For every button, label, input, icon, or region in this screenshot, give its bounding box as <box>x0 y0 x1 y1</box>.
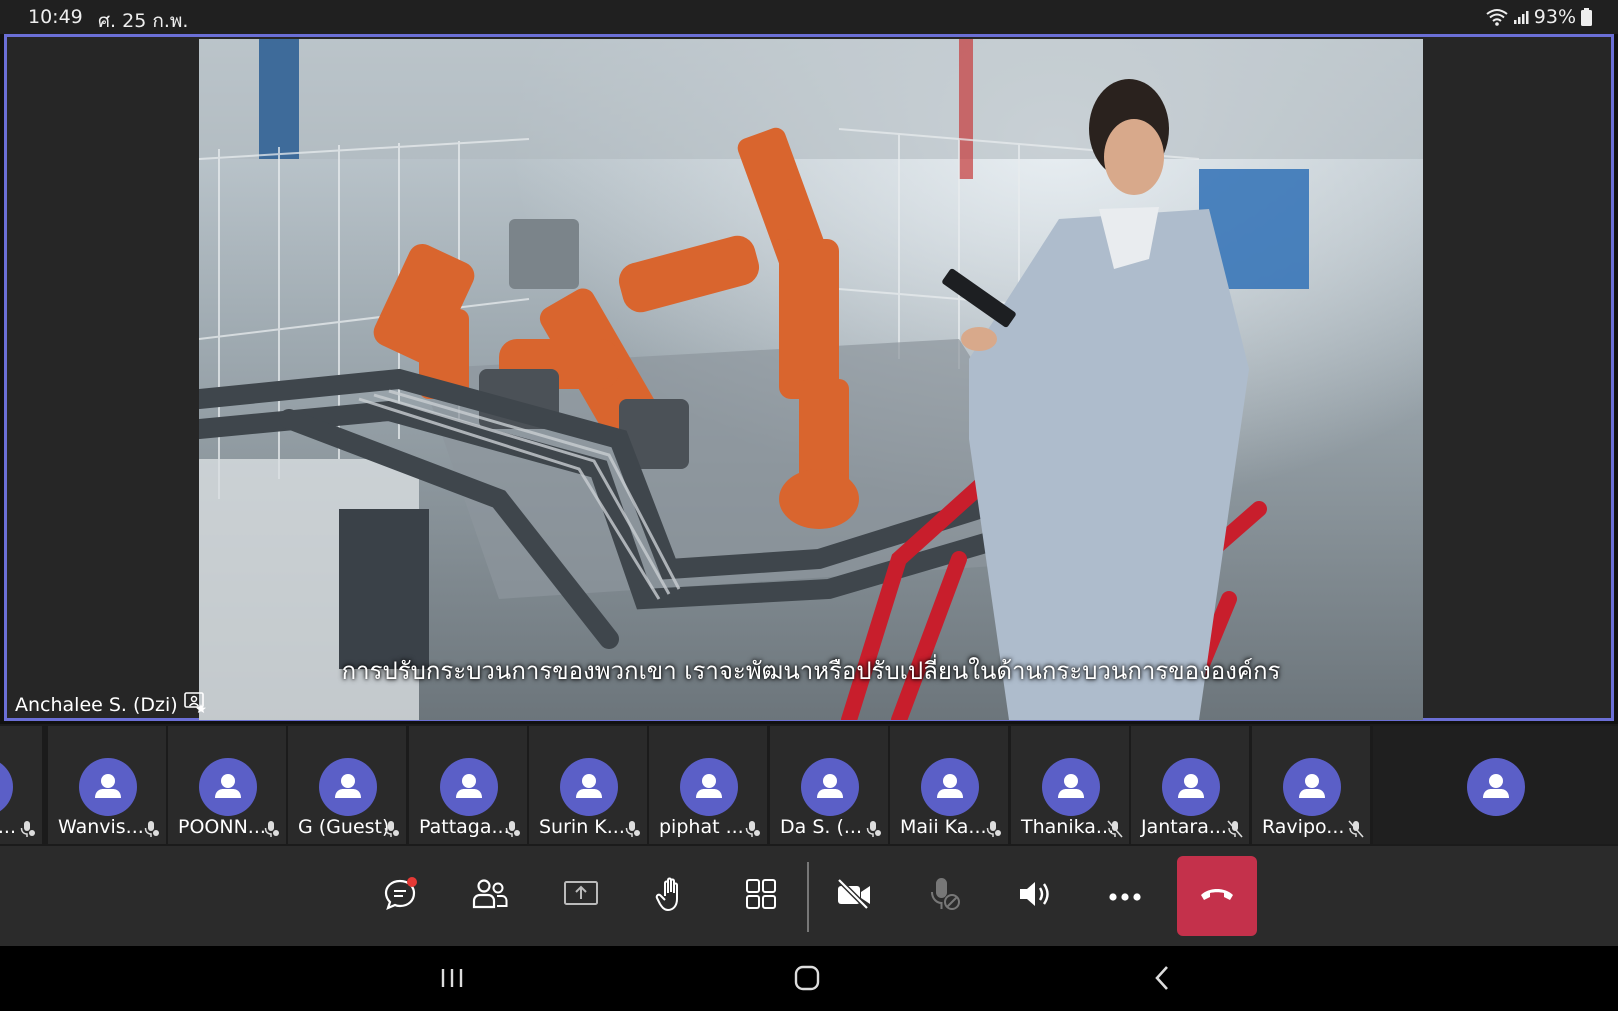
participant-name: Pattaga... <box>419 816 510 838</box>
people-icon <box>471 877 509 915</box>
recent-apps-button[interactable] <box>432 964 472 996</box>
speaker-label: Anchalee S. (Dzi) <box>15 691 206 718</box>
participant-avatar <box>319 758 377 816</box>
participant-tile[interactable]: Pattaga... <box>409 726 527 844</box>
participant-tile[interactable]: G (Guest) <box>288 726 406 844</box>
mic-off-icon <box>1348 820 1364 842</box>
share-button[interactable] <box>551 866 611 926</box>
participant-avatar <box>560 758 618 816</box>
participant-tile[interactable]: Wanvis... <box>48 726 166 844</box>
participant-avatar <box>199 758 257 816</box>
participant-name: Jantara... <box>1141 816 1227 838</box>
live-caption: การปรับกระบวนการของพวกเขา เราจะพัฒนาหรือ… <box>341 657 1281 685</box>
signal-icon <box>1513 9 1529 25</box>
participant-avatar <box>1042 758 1100 816</box>
back-icon <box>1154 965 1170 995</box>
more-options-button[interactable] <box>1095 866 1155 926</box>
participant-tile[interactable]: Maii Ka... <box>890 726 1008 844</box>
mic-off-icon <box>1107 820 1123 842</box>
mic-off-icon <box>928 876 962 916</box>
participant-tile[interactable] <box>1373 726 1618 844</box>
participant-tile[interactable]: g ... <box>0 726 42 844</box>
camera-toggle-button[interactable] <box>824 866 884 926</box>
participant-tile[interactable]: Ravipo... <box>1252 726 1370 844</box>
hangup-icon <box>1199 886 1235 906</box>
chat-icon <box>382 876 418 916</box>
status-bar: 10:49 ศ. 25 ก.พ. 93% <box>0 0 1618 34</box>
participant-avatar <box>0 758 13 816</box>
camera-off-icon <box>835 878 873 914</box>
participant-name: piphat ... <box>659 816 744 838</box>
participant-tile[interactable]: POONN... <box>168 726 286 844</box>
participant-tile[interactable]: Da S. (... <box>770 726 888 844</box>
mic-icon <box>866 820 882 842</box>
participant-name: POONN... <box>178 816 266 838</box>
layout-icon <box>745 878 777 914</box>
status-indicators: 93% <box>1486 6 1592 28</box>
shared-video[interactable]: การปรับกระบวนการของพวกเขา เราจะพัฒนาหรือ… <box>199 39 1423 720</box>
participant-avatar <box>440 758 498 816</box>
mic-icon <box>745 820 761 842</box>
home-icon <box>794 965 820 995</box>
participant-avatar <box>1283 758 1341 816</box>
mic-toggle-button[interactable] <box>915 866 975 926</box>
participant-tile[interactable]: Thanika... <box>1011 726 1129 844</box>
participant-tile[interactable]: piphat ... <box>649 726 767 844</box>
factory-scene-image <box>199 39 1423 720</box>
chat-button[interactable] <box>370 866 430 926</box>
speaker-icon <box>1017 878 1053 914</box>
mic-icon <box>20 820 36 842</box>
main-stage[interactable]: การปรับกระบวนการของพวกเขา เราจะพัฒนาหรือ… <box>4 34 1614 721</box>
participant-name: Maii Ka... <box>900 816 987 838</box>
wifi-icon <box>1486 8 1508 26</box>
speaker-name: Anchalee S. (Dzi) <box>15 693 178 716</box>
battery-icon <box>1581 8 1592 26</box>
call-controls <box>0 846 1618 946</box>
raise-hand-icon <box>655 876 687 916</box>
presenter-icon <box>183 691 206 718</box>
participant-tile[interactable]: Jantara... <box>1131 726 1249 844</box>
participant-name: Ravipo... <box>1262 816 1345 838</box>
participant-avatar <box>79 758 137 816</box>
mic-off-icon <box>1227 820 1243 842</box>
status-date: ศ. 25 ก.พ. <box>98 10 189 32</box>
participant-name: Thanika... <box>1021 816 1115 838</box>
participant-avatar <box>680 758 738 816</box>
status-time: 10:49 <box>28 6 83 28</box>
people-button[interactable] <box>460 866 520 926</box>
raise-hand-button[interactable] <box>641 866 701 926</box>
participant-name: G (Guest) <box>298 816 390 838</box>
participant-avatar <box>1162 758 1220 816</box>
back-button[interactable] <box>1142 964 1182 996</box>
participant-avatar <box>921 758 979 816</box>
participant-strip[interactable]: g ... Wanvis... POONN... G (Guest) Pattaga..… <box>0 724 1618 846</box>
participant-name: Wanvis... <box>58 816 144 838</box>
home-button[interactable] <box>787 964 827 996</box>
controls-divider <box>807 862 809 932</box>
participant-avatar <box>1467 758 1525 816</box>
hang-up-button[interactable] <box>1177 856 1257 936</box>
recent-apps-icon <box>440 967 464 993</box>
participant-name: Surin K... <box>539 816 625 838</box>
battery-level: 93% <box>1533 6 1576 28</box>
participant-name: Da S. (... <box>780 816 862 838</box>
mic-icon <box>505 820 521 842</box>
share-icon <box>563 880 599 912</box>
mic-icon <box>625 820 641 842</box>
participant-avatar <box>801 758 859 816</box>
participant-tile[interactable]: Surin K... <box>529 726 647 844</box>
mic-icon <box>264 820 280 842</box>
more-icon <box>1108 887 1142 906</box>
participant-name: g ... <box>0 816 16 838</box>
system-navigation-bar <box>0 946 1618 1011</box>
mic-icon <box>986 820 1002 842</box>
mic-icon <box>144 820 160 842</box>
speaker-button[interactable] <box>1005 866 1065 926</box>
layout-button[interactable] <box>731 866 791 926</box>
mic-icon <box>384 820 400 842</box>
